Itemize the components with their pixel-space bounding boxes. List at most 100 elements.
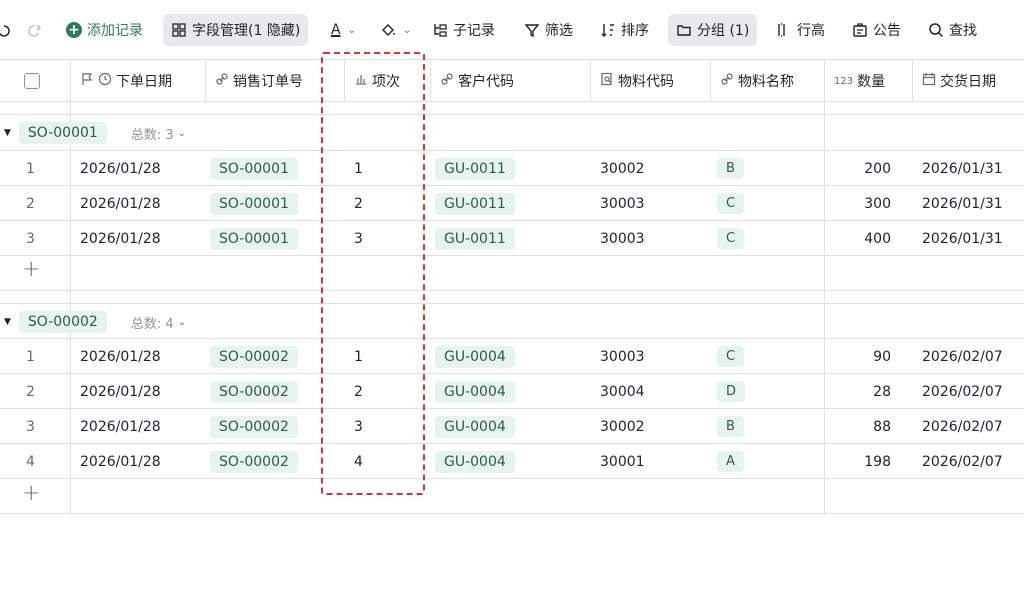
column-header-customer-code[interactable]: 客户代码 [440,60,514,102]
row-index: 2 [26,383,35,400]
order-date-cell[interactable]: 2026/01/28 [80,221,161,256]
order-date-cell[interactable]: 2026/01/28 [80,409,161,444]
sort-button[interactable]: 排序 [600,14,649,46]
delivery-date-cell[interactable]: 2026/02/07 [922,374,1003,409]
select-all-checkbox[interactable] [24,73,40,89]
group-count: 总数: 3 [130,127,174,143]
sales-order-tag[interactable]: SO-00002 [210,450,298,473]
row-index: 1 [26,160,35,177]
sub-record-button[interactable]: 子记录 [432,14,495,46]
order-date-cell[interactable]: 2026/01/28 [80,151,161,186]
material-name-tag[interactable]: B [717,416,744,437]
filter-button[interactable]: 筛选 [524,14,573,46]
sales-order-tag[interactable]: SO-00001 [210,157,298,180]
customer-tag[interactable]: GU-0004 [435,345,515,368]
add-record-button[interactable]: + 添加记录 [66,14,143,46]
material-code-cell[interactable]: 30003 [600,221,645,256]
quantity-cell[interactable]: 400 [830,221,891,256]
customer-tag[interactable]: GU-0004 [435,380,515,403]
customer-tag[interactable]: GU-0011 [435,227,515,250]
customer-tag[interactable]: GU-0004 [435,450,515,473]
row-height-icon [776,22,792,38]
announcement-button[interactable]: 公告 [852,14,901,46]
sales-order-tag[interactable]: SO-00002 [210,345,298,368]
folder-icon [676,22,692,38]
material-name-tag[interactable]: B [717,158,744,179]
link-icon [720,72,734,90]
field-manage-button[interactable]: 字段管理(1 隐藏) [163,14,309,46]
add-row-button[interactable]: + [22,481,40,506]
filter-icon [524,22,540,38]
column-header-order-date[interactable]: 下单日期 [80,60,172,102]
document-search-icon [600,72,614,90]
column-header-delivery-date[interactable]: 交货日期 [922,60,996,102]
material-code-cell[interactable]: 30001 [600,444,645,479]
material-name-tag[interactable]: C [717,193,745,214]
delivery-date-cell[interactable]: 2026/02/07 [922,339,1003,374]
order-date-cell[interactable]: 2026/01/28 [80,186,161,221]
search-label: 查找 [949,23,977,39]
group-button[interactable]: 分组 (1) [668,14,758,46]
row-height-button[interactable]: 行高 [776,14,825,46]
redo-button[interactable] [28,14,44,46]
announcement-icon [852,22,868,38]
link-icon [440,72,454,90]
chevron-down-icon[interactable]: ⌄ [178,317,186,328]
group-header[interactable]: ▼ SO-00002 总数: 4 ⌄ [4,304,186,340]
fill-color-button[interactable]: ⌄ [380,14,411,46]
material-name-tag[interactable]: D [717,381,746,402]
column-header-material-code[interactable]: 物料代码 [600,60,674,102]
divider [205,60,206,102]
sales-order-tag[interactable]: SO-00001 [210,192,298,215]
delivery-date-cell[interactable]: 2026/02/07 [922,444,1003,479]
search-button[interactable]: 查找 [928,14,977,46]
collapse-triangle-icon[interactable]: ▼ [4,317,11,327]
field-manage-label: 字段管理(1 隐藏) [192,23,301,39]
calendar-icon [922,72,936,90]
column-label: 物料代码 [618,74,674,90]
material-name-tag[interactable]: A [717,451,744,472]
column-header-quantity[interactable]: 123 数量 [834,60,885,102]
delivery-date-cell[interactable]: 2026/01/31 [922,151,1003,186]
customer-tag[interactable]: GU-0011 [435,157,515,180]
column-label: 下单日期 [116,74,172,90]
chevron-down-icon[interactable]: ⌄ [178,128,186,139]
column-header-sales-order[interactable]: 销售订单号 [215,60,303,102]
row-height-label: 行高 [797,23,825,39]
material-code-cell[interactable]: 30002 [600,409,645,444]
material-code-cell[interactable]: 30002 [600,151,645,186]
delivery-date-cell[interactable]: 2026/02/07 [922,409,1003,444]
group-header[interactable]: ▼ SO-00001 总数: 3 ⌄ [4,115,186,151]
divider [710,60,711,102]
material-name-tag[interactable]: C [717,346,745,367]
filter-label: 筛选 [545,23,573,39]
add-row-button[interactable]: + [22,257,40,282]
divider [0,290,1024,291]
text-color-button[interactable]: A ⌄ [331,14,356,46]
order-date-cell[interactable]: 2026/01/28 [80,444,161,479]
order-date-cell[interactable]: 2026/01/28 [80,374,161,409]
delivery-date-cell[interactable]: 2026/01/31 [922,186,1003,221]
sales-order-tag[interactable]: SO-00001 [210,227,298,250]
material-code-cell[interactable]: 30004 [600,374,645,409]
delivery-date-cell[interactable]: 2026/01/31 [922,221,1003,256]
quantity-cell[interactable]: 300 [830,186,891,221]
quantity-cell[interactable]: 28 [830,374,891,409]
quantity-cell[interactable]: 198 [830,444,891,479]
customer-tag[interactable]: GU-0004 [435,415,515,438]
quantity-cell[interactable]: 200 [830,151,891,186]
collapse-triangle-icon[interactable]: ▼ [4,128,11,138]
quantity-cell[interactable]: 90 [830,339,891,374]
column-header-material-name[interactable]: 物料名称 [720,60,794,102]
undo-button[interactable] [0,14,10,46]
material-code-cell[interactable]: 30003 [600,339,645,374]
customer-tag[interactable]: GU-0011 [435,192,515,215]
order-date-cell[interactable]: 2026/01/28 [80,339,161,374]
material-name-tag[interactable]: C [717,228,745,249]
quantity-cell[interactable]: 88 [830,409,891,444]
sales-order-tag[interactable]: SO-00002 [210,415,298,438]
material-code-cell[interactable]: 30003 [600,186,645,221]
sales-order-tag[interactable]: SO-00002 [210,380,298,403]
group-name: SO-00001 [18,122,107,144]
text-color-icon: A [331,22,341,38]
